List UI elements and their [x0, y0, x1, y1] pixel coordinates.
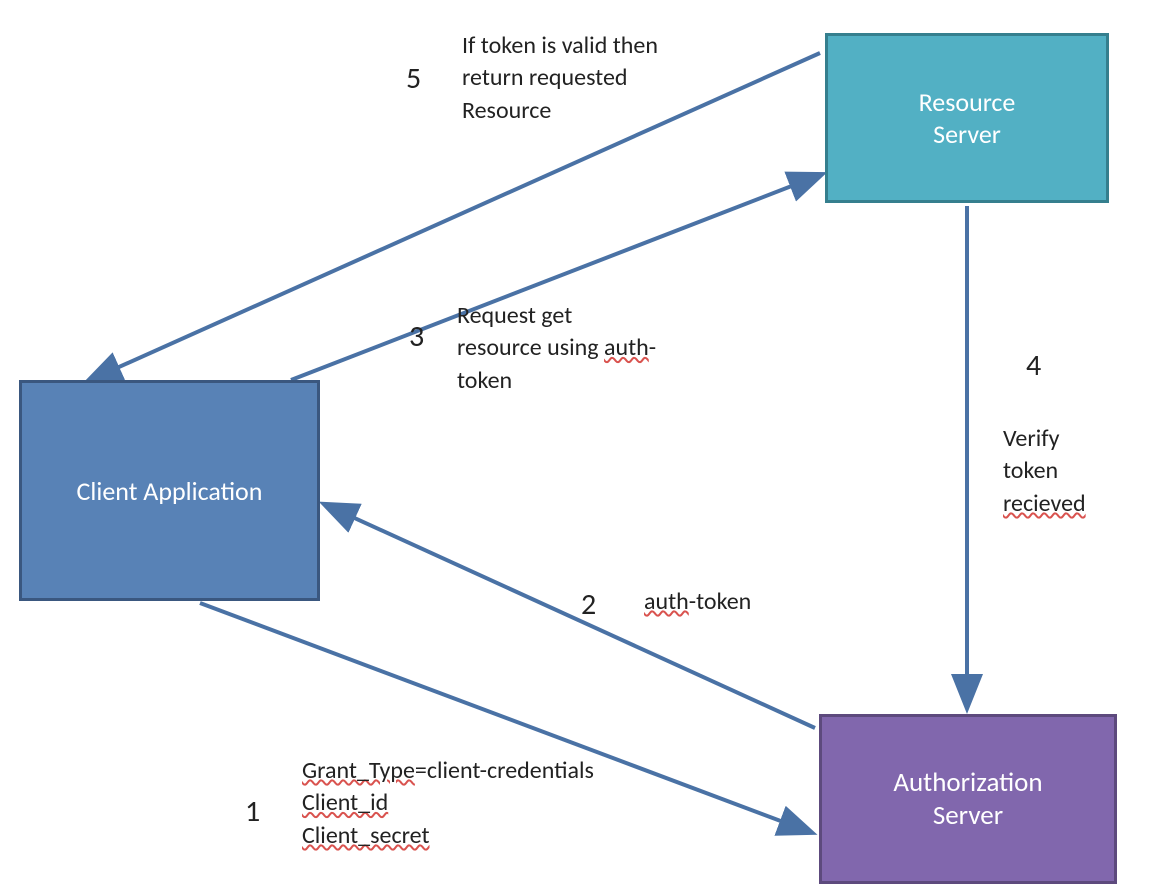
node-client-application: Client Application: [19, 380, 320, 601]
step-5-number: 5: [406, 60, 421, 97]
node-resource-server: Resource Server: [825, 33, 1109, 203]
step-1-label: Grant_Type=client-credentials Client_id …: [302, 755, 682, 852]
step-3-label-e: token: [457, 366, 512, 395]
step-4-number: 4: [1026, 347, 1041, 384]
step-2-label: auth-token: [644, 586, 751, 618]
step-3-label-c: auth: [604, 333, 649, 362]
step-2-number: 2: [581, 586, 596, 623]
step-4-label: Verify token recieved: [1003, 423, 1143, 520]
step-3-label-b: resource using: [457, 333, 604, 362]
step-1-label-d: Client_secret: [302, 821, 430, 850]
node-auth-label: Authorization Server: [858, 766, 1078, 832]
step-3-label: Request get resource using auth- token: [457, 300, 687, 397]
node-resource-label: Resource Server: [882, 86, 1052, 150]
step-3-label-d: -: [649, 333, 656, 362]
step-1-label-c: Client_id: [302, 788, 388, 817]
step-4-label-a: Verify: [1003, 424, 1060, 453]
step-1-number: 1: [245, 793, 260, 830]
step-4-label-b: token: [1003, 456, 1058, 485]
node-client-label: Client Application: [77, 475, 263, 507]
step-1-label-b: =client-credentials: [415, 756, 594, 785]
step-4-label-c: recieved: [1003, 489, 1086, 518]
step-5-label-b: return requested: [462, 63, 628, 92]
step-3-label-a: Request get: [457, 301, 572, 330]
step-5-label-a: If token is valid then: [462, 31, 658, 60]
step-5-label-c: Resource: [462, 96, 551, 125]
node-authorization-server: Authorization Server: [819, 714, 1117, 884]
step-2-label-b: -token: [689, 587, 752, 616]
step-2-label-a: auth: [644, 587, 689, 616]
step-1-label-a: Grant_Type: [302, 756, 415, 785]
step-3-number: 3: [409, 318, 424, 355]
step-5-label: If token is valid then return requested …: [462, 30, 722, 127]
